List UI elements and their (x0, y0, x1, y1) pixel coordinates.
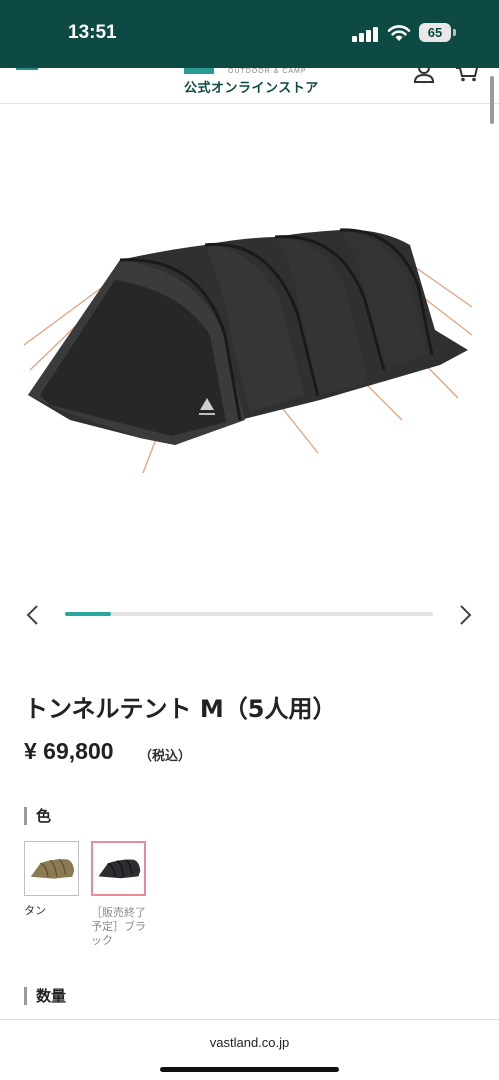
logo-subtitle: OUTDOOR & CAMP (228, 68, 307, 75)
product-title: トンネルテント M（5人用） (24, 695, 337, 723)
color-option-black[interactable] (91, 841, 146, 896)
cart-icon[interactable] (455, 68, 479, 82)
battery-nub (453, 29, 456, 36)
status-time: 13:51 (68, 22, 117, 43)
hamburger-icon[interactable] (16, 68, 38, 80)
color-option-tan[interactable] (24, 841, 79, 896)
tax-note: （税込） (139, 749, 192, 764)
quantity-section-label: 数量 (24, 987, 66, 1005)
chevron-left-icon[interactable] (22, 603, 44, 627)
color-option-black-label: ［販売終了予定］ブラック (91, 906, 146, 947)
color-option-tan-label: タン (24, 904, 46, 917)
carousel-progress-fill (65, 612, 111, 616)
tan-tent-thumbnail (30, 858, 75, 879)
scrollbar-thumb[interactable] (490, 76, 494, 124)
logo-title[interactable]: 公式オンラインストア (184, 77, 319, 96)
url-text[interactable]: vastland.co.jp (0, 1035, 499, 1050)
carousel-progress (65, 612, 433, 616)
wifi-icon (387, 25, 411, 41)
user-icon[interactable] (413, 68, 435, 83)
signal-icon (352, 26, 380, 42)
status-bar: 13:51 65 (0, 0, 499, 68)
product-price: ¥ 69,800 (24, 738, 114, 764)
chevron-right-icon[interactable] (454, 603, 476, 627)
product-image[interactable] (0, 120, 499, 590)
color-section-label: 色 (24, 807, 51, 825)
home-indicator (160, 1067, 339, 1072)
browser-address-bar[interactable]: vastland.co.jp (0, 1019, 499, 1080)
logo-mark[interactable] (184, 68, 214, 74)
battery-icon: 65 (419, 23, 451, 42)
site-header: OUTDOOR & CAMP 公式オンラインストア (0, 68, 499, 104)
black-tent-thumbnail (98, 859, 141, 879)
